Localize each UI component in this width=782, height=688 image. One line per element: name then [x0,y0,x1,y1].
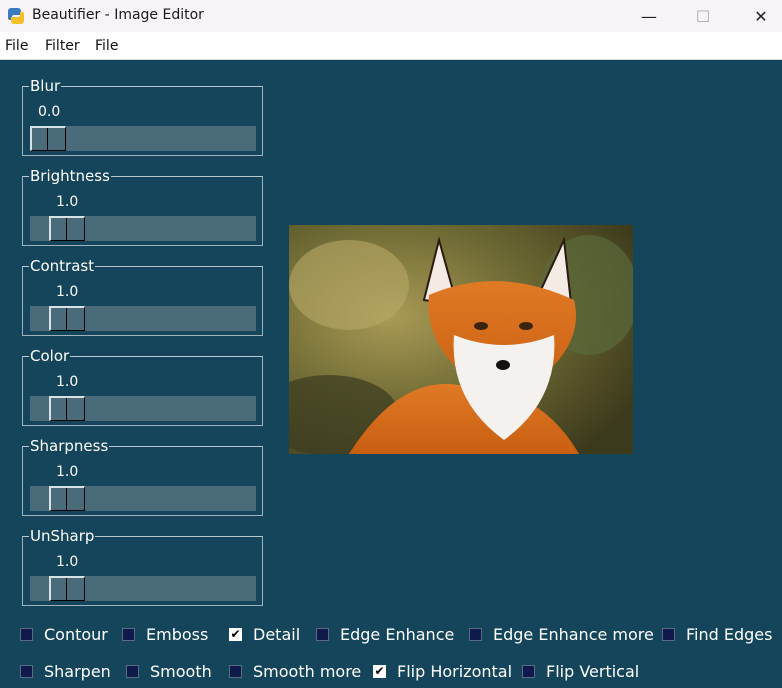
menu-filter[interactable]: Filter [45,38,80,54]
flip-horizontal-checkbox-label: Flip Horizontal [397,661,513,681]
window-title: Beautifier - Image Editor [32,7,204,23]
contour-checkbox-label: Contour [44,624,108,644]
sharpness-slider-thumb[interactable] [49,486,85,511]
color-slider-thumb[interactable] [49,396,85,421]
unsharp-slider[interactable] [30,576,256,601]
find-edges-checkbox[interactable]: Find Edges [662,624,772,644]
contour-checkbox[interactable]: Contour [20,624,108,644]
edge-enhance-checkbox-label: Edge Enhance [340,624,455,644]
blur-group: Blur 0.0 [22,77,263,156]
emboss-checkbox[interactable]: Emboss [122,624,208,644]
flip-horizontal-checkbox[interactable]: ✔ Flip Horizontal [373,661,512,681]
sharpen-checkbox[interactable]: Sharpen [20,661,111,681]
contrast-slider[interactable] [30,306,256,331]
minimize-button[interactable]: — [626,0,672,32]
sharpen-checkbox-box[interactable] [20,664,33,678]
close-button[interactable]: ✕ [738,0,782,32]
brightness-slider[interactable] [30,216,256,241]
smooth-checkbox-box[interactable] [126,664,139,678]
contrast-value: 1.0 [56,284,79,300]
flip-horizontal-checkbox-box[interactable]: ✔ [373,664,386,678]
smooth-more-checkbox[interactable]: Smooth more [229,661,361,681]
brightness-label: Brightness [29,167,111,185]
sharpness-group: Sharpness 1.0 [22,437,263,516]
color-value: 1.0 [56,374,79,390]
edge-enhance-more-checkbox-label: Edge Enhance more [493,624,654,644]
sharpness-label: Sharpness [29,437,110,455]
maximize-button[interactable]: ☐ [680,0,726,32]
find-edges-checkbox-box[interactable] [662,627,675,641]
sharpness-value: 1.0 [56,464,79,480]
detail-checkbox-box[interactable]: ✔ [229,627,242,641]
smooth-checkbox-label: Smooth [150,661,212,681]
edge-enhance-checkbox[interactable]: Edge Enhance [316,624,454,644]
flip-vertical-checkbox-label: Flip Vertical [546,661,640,681]
contrast-group: Contrast 1.0 [22,257,263,336]
blur-label: Blur [29,77,62,95]
flip-vertical-checkbox-box[interactable] [522,664,535,678]
unsharp-slider-thumb[interactable] [49,576,85,601]
unsharp-group: UnSharp 1.0 [22,527,263,606]
brightness-group: Brightness 1.0 [22,167,263,246]
edge-enhance-more-checkbox-box[interactable] [469,627,482,641]
title-bar: Beautifier - Image Editor — ☐ ✕ [0,0,782,32]
sharpen-checkbox-label: Sharpen [44,661,111,681]
detail-checkbox-label: Detail [253,624,301,644]
brightness-value: 1.0 [56,194,79,210]
sharpness-slider[interactable] [30,486,256,511]
image-preview [289,225,633,454]
detail-checkbox[interactable]: ✔ Detail [229,624,300,644]
smooth-more-checkbox-box[interactable] [229,664,242,678]
menu-bar: File Filter File [0,32,782,60]
contour-checkbox-box[interactable] [20,627,33,641]
menu-file[interactable]: File [5,38,28,54]
smooth-checkbox[interactable]: Smooth [126,661,212,681]
edge-enhance-more-checkbox[interactable]: Edge Enhance more [469,624,654,644]
flip-vertical-checkbox[interactable]: Flip Vertical [522,661,639,681]
find-edges-checkbox-label: Find Edges [686,624,773,644]
color-slider[interactable] [30,396,256,421]
smooth-more-checkbox-label: Smooth more [253,661,362,681]
blur-slider-thumb[interactable] [30,126,66,151]
blur-value: 0.0 [38,104,61,120]
color-group: Color 1.0 [22,347,263,426]
unsharp-value: 1.0 [56,554,79,570]
brightness-slider-thumb[interactable] [49,216,85,241]
edge-enhance-checkbox-box[interactable] [316,627,329,641]
contrast-label: Contrast [29,257,96,275]
emboss-checkbox-box[interactable] [122,627,135,641]
unsharp-label: UnSharp [29,527,96,545]
blur-slider[interactable] [30,126,256,151]
contrast-slider-thumb[interactable] [49,306,85,331]
python-app-icon [8,8,24,24]
color-label: Color [29,347,71,365]
menu-file-2[interactable]: File [95,38,118,54]
emboss-checkbox-label: Emboss [146,624,209,644]
